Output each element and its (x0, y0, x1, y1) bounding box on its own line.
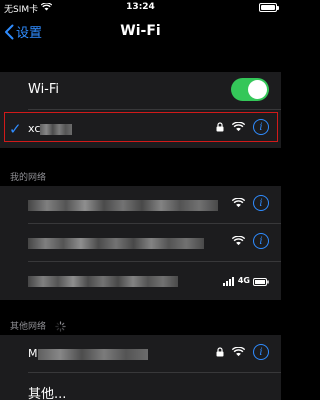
other-network-row[interactable]: 其他... (0, 373, 281, 400)
obscured-name (28, 276, 178, 287)
obscured-name (37, 348, 148, 360)
network-row[interactable]: i (0, 186, 281, 224)
other-network-label: 其他... (28, 387, 67, 400)
battery-icon (259, 3, 279, 12)
checkmark-icon: ✓ (9, 120, 22, 138)
cellular-signal-icon (222, 271, 235, 290)
other-networks-group: M i 其他... (0, 335, 281, 400)
battery-icon (253, 271, 269, 290)
other-networks-label: 其他网络 (10, 322, 47, 332)
obscured-name (28, 200, 218, 211)
status-bar: 无SIM卡 13:24 (0, 0, 281, 16)
network-status-icons: i (232, 195, 269, 211)
wifi-group: Wi-Fi ✓ xc i (0, 72, 281, 148)
wifi-toggle-switch[interactable] (231, 78, 269, 101)
wifi-signal-icon (232, 236, 245, 246)
wifi-signal-icon (232, 198, 245, 208)
connected-network-name: xc (28, 122, 73, 135)
status-time: 13:24 (126, 2, 155, 12)
info-icon[interactable]: i (253, 233, 269, 249)
toggle-knob (248, 80, 267, 99)
my-networks-header: 我的网络 (10, 173, 47, 183)
wifi-signal-icon (232, 347, 245, 357)
other-networks-header: 其他网络 (10, 319, 66, 332)
obscured-name (40, 123, 73, 135)
wifi-signal-icon (232, 122, 245, 132)
network-row[interactable]: M i (0, 335, 281, 373)
hotspot-row[interactable]: 4G (0, 262, 281, 300)
my-networks-group: i i 4G (0, 186, 281, 300)
info-icon[interactable]: i (253, 119, 269, 135)
network-name-prefix: xc (28, 122, 41, 135)
network-status-icons: i (216, 119, 269, 135)
loading-spinner-icon (55, 321, 66, 332)
wifi-toggle-row: Wi-Fi (0, 72, 281, 110)
info-icon[interactable]: i (253, 195, 269, 211)
cellular-type-label: 4G (237, 276, 250, 285)
wifi-toggle-label: Wi-Fi (28, 82, 60, 97)
page-title: Wi-Fi (120, 23, 161, 39)
network-status-icons: i (216, 344, 269, 360)
network-status-icons: i (232, 233, 269, 249)
info-icon[interactable]: i (253, 344, 269, 360)
network-row[interactable]: i (0, 224, 281, 262)
lock-icon (216, 347, 224, 357)
hotspot-status-icons: 4G (222, 271, 269, 290)
network-name: M (28, 347, 148, 360)
network-name-prefix: M (28, 347, 38, 360)
obscured-name (28, 238, 204, 249)
lock-icon (216, 122, 224, 132)
connected-network-row[interactable]: ✓ xc i (0, 110, 281, 148)
nav-bar: 设置 Wi-Fi (0, 16, 281, 46)
